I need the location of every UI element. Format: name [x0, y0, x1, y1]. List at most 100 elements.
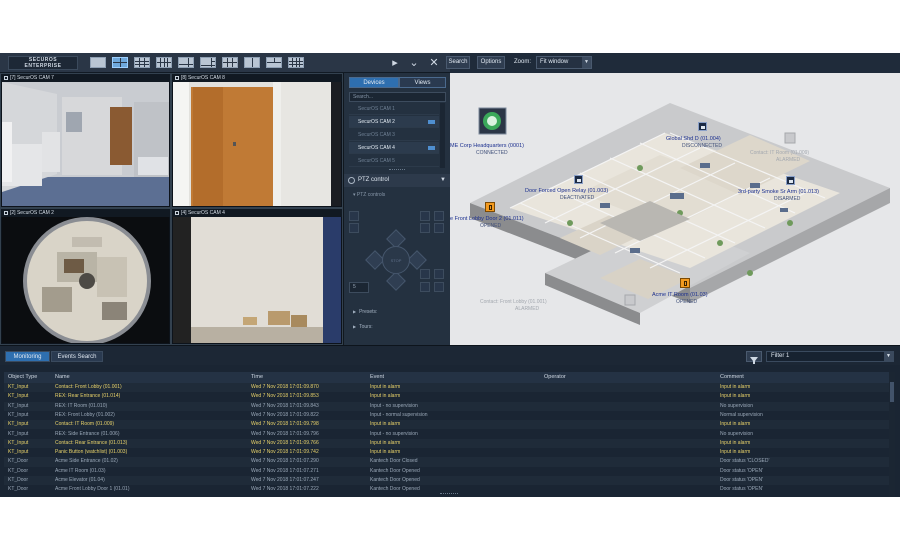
layout-1x1-icon[interactable]: [90, 57, 106, 68]
device-item-cam2[interactable]: SecurOS CAM 2: [349, 116, 439, 128]
layout-1plus5-icon[interactable]: [178, 57, 194, 68]
preset-button[interactable]: [434, 269, 444, 279]
layout-4x4-icon[interactable]: [156, 57, 172, 68]
column-header[interactable]: Operator: [544, 372, 719, 383]
options-button[interactable]: Options: [477, 56, 505, 69]
map-label-hq[interactable]: ME Corp Headquarters (0001): [450, 143, 524, 149]
preset-button[interactable]: [420, 269, 430, 279]
camera-feed: [2, 217, 169, 343]
column-header[interactable]: Name: [55, 372, 250, 383]
ptz-right-button[interactable]: [407, 250, 427, 270]
camera-tile-8[interactable]: [8] SecurOS CAM 8: [171, 73, 343, 208]
focus-near-button[interactable]: [420, 211, 430, 221]
door-icon[interactable]: [680, 278, 690, 288]
layout-2x2-icon[interactable]: [112, 57, 128, 68]
preset-button[interactable]: [420, 282, 430, 292]
table-row[interactable]: KT_Input Contact: IT Room (01.009) Wed 7 N…: [4, 420, 891, 430]
table-cell-name: REX: Side Entrance (01.006): [55, 430, 120, 437]
table-row[interactable]: KT_Door Acme Elevator (01.04) Wed 7 Nov 20…: [4, 476, 891, 486]
checkbox-icon[interactable]: [4, 210, 8, 215]
layout-wide-icon[interactable]: [266, 57, 282, 68]
table-row[interactable]: KT_Input REX: Front Lobby (01.002) Wed 7 N…: [4, 410, 891, 421]
camera-tile-7[interactable]: [7] SecurOS CAM 7: [0, 73, 171, 208]
tab-devices[interactable]: Devices: [349, 77, 399, 88]
layout-1plus7-icon[interactable]: [200, 57, 216, 68]
preset-button[interactable]: [434, 282, 444, 292]
layout-2x1-icon[interactable]: [244, 57, 260, 68]
layout-grid-icon[interactable]: [288, 57, 304, 68]
zoom-select[interactable]: Fit window ▼: [536, 56, 592, 69]
device-item-cam5[interactable]: SecurOS CAM 5: [349, 155, 439, 167]
ptz-speed-stepper[interactable]: 5: [349, 282, 369, 293]
table-cell-type: KT_Input: [8, 402, 29, 409]
column-header[interactable]: Event: [370, 372, 542, 383]
device-item-cam1[interactable]: SecurOS CAM 1: [349, 103, 439, 115]
device-list-scrollbar[interactable]: [440, 103, 445, 168]
checkbox-icon[interactable]: [175, 210, 179, 215]
map-label-smoke-arm[interactable]: 3rd-party Smoke Sr Arm (01.013): [738, 189, 819, 195]
close-icon[interactable]: ✕: [427, 56, 441, 70]
map-label-door-forced[interactable]: Door Forced Open Relay (01.003): [525, 188, 608, 194]
resize-handle[interactable]: [389, 169, 405, 171]
lock-icon[interactable]: [698, 122, 707, 131]
map-label-acme-it-room[interactable]: Acme IT Room (01.03): [652, 292, 708, 298]
floor-plan-map[interactable]: ME Corp Headquarters (0001) CONNECTED Gl…: [450, 73, 900, 345]
map-label-global-shd[interactable]: Global Shd D (01.004): [666, 136, 721, 142]
lock-icon[interactable]: [786, 176, 795, 185]
table-cell-type: KT_Input: [8, 439, 29, 446]
map-label-front-lobby-door[interactable]: e Front Lobby Door 2 (01.011): [450, 216, 524, 222]
filter-select[interactable]: Filter 1 ▼: [766, 351, 894, 362]
table-cell-comment: Door status 'OPEN': [720, 486, 764, 493]
table-cell-comment: Input in alarm: [720, 439, 751, 446]
table-row[interactable]: KT_Input Panic Button (watchlist) (01.003…: [4, 448, 891, 458]
ptz-stop-button[interactable]: STOP: [382, 246, 410, 274]
ptz-controls-label: ▾ PTZ controls: [353, 192, 386, 198]
column-header[interactable]: Comment: [720, 372, 890, 383]
map-ghost-label-it-room[interactable]: Contact: IT Room (01.009): [750, 150, 809, 156]
focus-far-button[interactable]: [434, 211, 444, 221]
device-item-cam4[interactable]: SecurOS CAM 4: [349, 142, 439, 154]
device-item-cam3[interactable]: SecurOS CAM 3: [349, 129, 439, 141]
table-row[interactable]: KT_Input Contact: Rear Entrance (01.013) W…: [4, 438, 891, 449]
scroll-thumb[interactable]: [890, 382, 894, 402]
ptz-header[interactable]: PTZ control ▼: [344, 174, 451, 187]
column-header[interactable]: Time: [251, 372, 369, 383]
table-row[interactable]: KT_Door Acme Side Entrance (01.02) Wed 7 N…: [4, 457, 891, 467]
search-button[interactable]: Search: [446, 56, 470, 69]
tab-monitoring[interactable]: Monitoring: [5, 351, 50, 362]
tours-accordion[interactable]: Tours:: [353, 323, 373, 331]
ptz-dpad[interactable]: STOP: [365, 229, 427, 291]
camera-tile-2[interactable]: [2] SecurOS CAM 2: [0, 208, 171, 345]
iris-close-button[interactable]: [434, 223, 444, 233]
layout-3x2-icon[interactable]: [222, 57, 238, 68]
table-row[interactable]: KT_Input REX: Rear Entrance (01.014) Wed 7…: [4, 392, 891, 402]
door-icon[interactable]: [485, 202, 495, 212]
zoom-out-button[interactable]: [349, 223, 359, 233]
table-row[interactable]: KT_Input Contact: Front Lobby (01.001) Wed…: [4, 383, 891, 393]
tab-events-search[interactable]: Events Search: [51, 351, 103, 362]
filter-icon[interactable]: [746, 351, 762, 364]
column-header[interactable]: Object Type: [8, 372, 54, 383]
camera-tile-4[interactable]: [4] SecurOS CAM 4: [171, 208, 343, 345]
zoom-in-button[interactable]: [349, 211, 359, 221]
table-cell-event: Kantech Door Closed: [370, 458, 418, 465]
layout-3x3-icon[interactable]: [134, 57, 150, 68]
resize-handle[interactable]: [440, 493, 458, 494]
table-cell-name: Acme Side Entrance (01.02): [55, 458, 118, 465]
table-row[interactable]: KT_Door Acme IT Room (01.03) Wed 7 Nov 201…: [4, 466, 891, 476]
next-icon[interactable]: ▸: [388, 56, 402, 70]
device-search-input[interactable]: Search...: [349, 92, 446, 102]
checkbox-icon[interactable]: [4, 75, 8, 80]
ptz-down-button[interactable]: [386, 271, 406, 291]
map-ghost-label-front-lobby[interactable]: Contact: Front Lobby (01.001): [480, 299, 547, 305]
lock-icon[interactable]: [574, 175, 583, 184]
chevron-down-icon[interactable]: ⌄: [407, 56, 421, 70]
table-row[interactable]: KT_Input REX: Side Entrance (01.006) Wed 7…: [4, 429, 891, 439]
presets-accordion[interactable]: Presets:: [353, 308, 377, 316]
table-cell-name: REX: IT Room (01.010): [55, 402, 108, 409]
table-row[interactable]: KT_Input REX: IT Room (01.010) Wed 7 Nov 2…: [4, 401, 891, 411]
map-status-smoke-arm: DISARMED: [774, 196, 801, 202]
tab-views[interactable]: Views: [399, 77, 446, 88]
table-scrollbar[interactable]: [889, 372, 895, 497]
checkbox-icon[interactable]: [175, 75, 179, 80]
